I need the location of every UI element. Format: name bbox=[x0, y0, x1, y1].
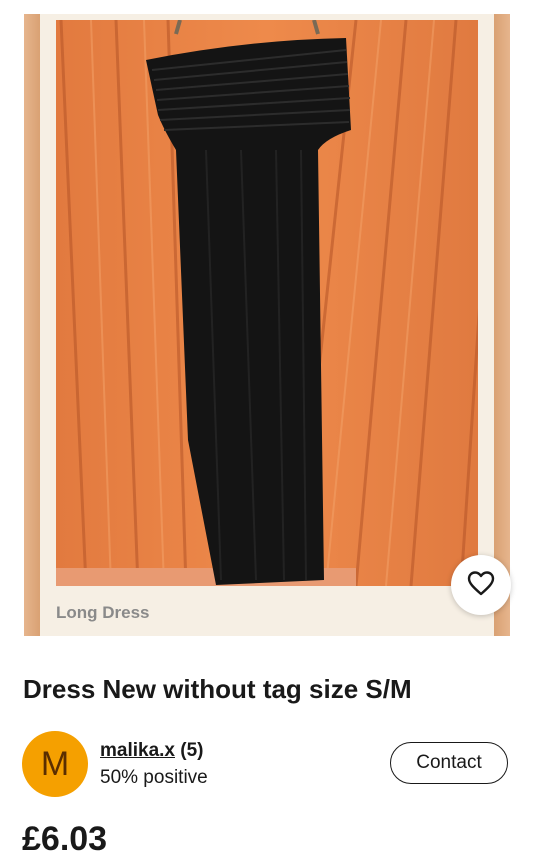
listing-title: Dress New without tag size S/M bbox=[23, 674, 412, 704]
avatar-letter: M bbox=[40, 744, 70, 783]
seller-info: malika.x (5) bbox=[100, 740, 204, 762]
image-border-left bbox=[24, 14, 40, 636]
seller-feedback-percent: 50% positive bbox=[100, 767, 208, 788]
listing-photo[interactable] bbox=[56, 20, 478, 586]
image-border-right bbox=[494, 14, 510, 636]
contact-button[interactable]: Contact bbox=[390, 742, 508, 784]
listing-image-frame[interactable]: Long Dress bbox=[0, 0, 533, 650]
seller-avatar[interactable]: M bbox=[22, 731, 88, 797]
image-caption: Long Dress bbox=[56, 603, 150, 622]
seller-feedback-count: (5) bbox=[180, 740, 204, 761]
heart-icon bbox=[467, 570, 495, 601]
seller-name-link[interactable]: malika.x bbox=[100, 740, 175, 761]
listing-price: £6.03 bbox=[22, 820, 108, 858]
watch-button[interactable] bbox=[451, 555, 511, 615]
